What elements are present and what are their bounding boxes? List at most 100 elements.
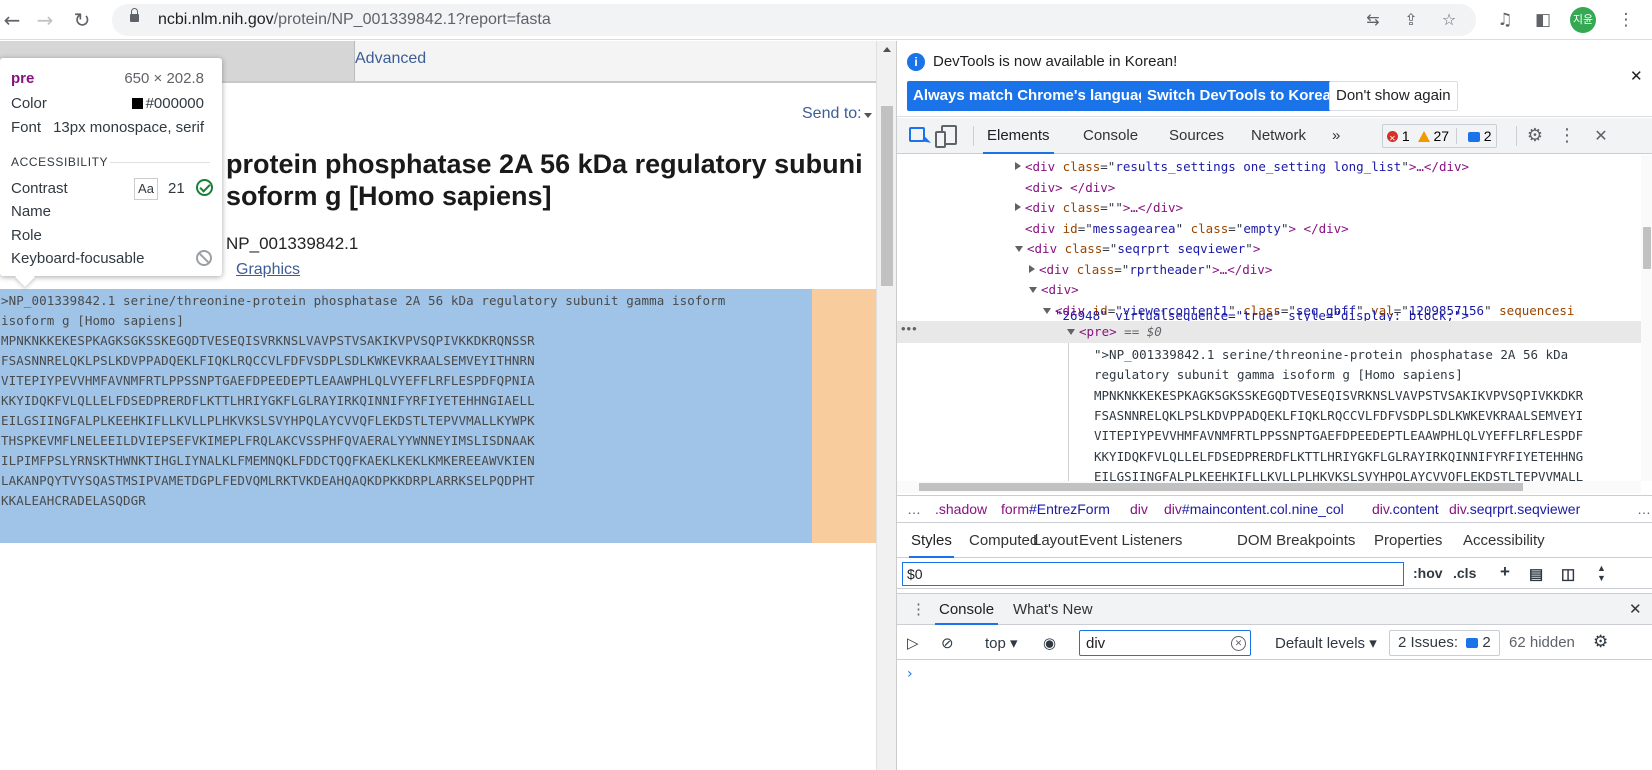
- breadcrumb-item[interactable]: .shadow: [935, 501, 987, 517]
- address-bar[interactable]: ncbi.nlm.nih.gov/protein/NP_001339842.1?…: [112, 4, 1476, 36]
- scrollbar-thumb[interactable]: [919, 483, 1523, 491]
- scrollbar-thumb[interactable]: [881, 106, 893, 286]
- tab-console[interactable]: Console: [1079, 118, 1142, 154]
- elements-horizontal-scrollbar[interactable]: [897, 481, 1641, 493]
- selected-node-row[interactable]: [897, 321, 1643, 343]
- dom-node[interactable]: <div> </div>: [1025, 180, 1115, 195]
- node-actions-icon[interactable]: •••: [901, 321, 918, 336]
- breadcrumb-item[interactable]: div: [1130, 501, 1148, 517]
- console-settings-gear-icon[interactable]: ⚙: [1593, 632, 1608, 652]
- paint-brush-icon[interactable]: ▤: [1529, 565, 1543, 583]
- browser-menu-icon[interactable]: ⋮: [1614, 8, 1638, 32]
- device-toolbar-icon[interactable]: [935, 125, 957, 148]
- bookmark-star-icon[interactable]: ☆: [1438, 10, 1460, 30]
- forward-arrow-icon[interactable]: →: [33, 8, 57, 32]
- styles-subtab[interactable]: Accessibility: [1461, 524, 1547, 558]
- url-text[interactable]: ncbi.nlm.nih.gov/protein/NP_001339842.1?…: [158, 11, 551, 29]
- more-tabs-icon[interactable]: »: [1328, 118, 1344, 154]
- breadcrumb-item[interactable]: div#maincontent.col.nine_col: [1164, 501, 1344, 517]
- back-arrow-icon[interactable]: ←: [0, 8, 24, 32]
- drawer-menu-icon[interactable]: ⋮: [907, 594, 930, 625]
- issue-counters[interactable]: 1 27 2: [1382, 124, 1497, 150]
- breadcrumb-item[interactable]: div.content: [1372, 501, 1439, 517]
- styles-subtab[interactable]: DOM Breakpoints: [1235, 524, 1357, 558]
- share-icon[interactable]: ⇪: [1400, 10, 1422, 30]
- reload-icon[interactable]: ↻: [70, 8, 94, 32]
- scroll-up-arrow-icon[interactable]: [883, 47, 891, 52]
- live-expression-eye-icon[interactable]: ◉: [1043, 634, 1056, 652]
- add-rule-icon[interactable]: +: [1500, 562, 1510, 582]
- collapse-toggle-icon[interactable]: [1029, 287, 1037, 293]
- context-select[interactable]: top ▾: [985, 634, 1018, 652]
- media-controls-icon[interactable]: ♫: [1493, 8, 1517, 32]
- settings-gear-icon[interactable]: ⚙: [1525, 126, 1545, 146]
- breadcrumb-item[interactable]: form#EntrezForm: [1001, 501, 1110, 517]
- styles-subtab[interactable]: Properties: [1372, 524, 1444, 558]
- more-options-icon[interactable]: ⋮: [1557, 126, 1577, 146]
- elements-scrollbar[interactable]: [1641, 155, 1652, 481]
- close-devtools-icon[interactable]: ✕: [1591, 126, 1611, 146]
- scrollbar-thumb[interactable]: [1643, 227, 1651, 269]
- expand-toggle-icon[interactable]: [1067, 329, 1075, 335]
- translate-icon[interactable]: ⇆: [1362, 10, 1384, 30]
- styles-subtab[interactable]: Layout: [1031, 524, 1080, 558]
- console-sidebar-icon[interactable]: ▷: [907, 634, 919, 652]
- sidebar-toggle-icon[interactable]: ◫: [1561, 565, 1575, 583]
- dont-show-again-button[interactable]: Don't show again: [1329, 81, 1458, 111]
- styles-subtab[interactable]: Styles: [909, 524, 954, 558]
- dom-node[interactable]: <div class="">…</div>: [1015, 200, 1183, 215]
- collapse-toggle-icon[interactable]: [1043, 307, 1051, 314]
- console-prompt[interactable]: ›: [907, 666, 913, 682]
- dom-node[interactable]: <div class="seqrprt seqviewer">: [1015, 241, 1260, 256]
- breadcrumb-item[interactable]: div.seqrprt.seqviewer: [1449, 501, 1580, 517]
- drawer-tab-console[interactable]: Console: [935, 594, 999, 625]
- styles-subtab[interactable]: Event Listeners: [1077, 524, 1184, 558]
- hover-state-toggle[interactable]: :hov: [1413, 565, 1443, 581]
- close-icon[interactable]: ✕: [1630, 67, 1643, 85]
- graphics-link[interactable]: Graphics: [236, 261, 300, 279]
- pre-text-line[interactable]: FSASNNRELQKLPSLKDVPPADQEKLFIQKLRQCCVLFDF…: [1094, 408, 1583, 423]
- clear-console-icon[interactable]: ⊘: [941, 634, 954, 652]
- pre-text-line[interactable]: regulatory subunit gamma isoform g [Homo…: [1094, 367, 1463, 382]
- class-toggle[interactable]: .cls: [1453, 565, 1476, 581]
- profile-avatar[interactable]: 지윤: [1570, 7, 1596, 33]
- pre-text-line[interactable]: EILGSIINGFALPLKEEHKIFLLKVLLPLHKVKSLSVYHP…: [1094, 469, 1583, 481]
- page-scrollbar[interactable]: [876, 41, 896, 770]
- tab-sources[interactable]: Sources: [1165, 118, 1228, 154]
- styles-filter-input[interactable]: [902, 562, 1404, 586]
- tab-network[interactable]: Network: [1247, 118, 1310, 154]
- expand-toggle-icon[interactable]: [1029, 264, 1035, 273]
- dom-node[interactable]: <div id="messagearea" class="empty"> </d…: [1025, 221, 1349, 236]
- dom-node[interactable]: <div class="rprtheader">…</div>: [1029, 262, 1272, 277]
- breadcrumb-overflow-icon[interactable]: …: [1637, 501, 1651, 517]
- side-panel-icon[interactable]: ◧: [1531, 8, 1555, 32]
- dom-node[interactable]: <div class="results_settings one_setting…: [1015, 159, 1469, 174]
- pre-text-line[interactable]: VITEPIYPEVVHMFAVNMFRTLPPSSNPTGAEFDPEEDEP…: [1094, 428, 1583, 443]
- clear-filter-icon[interactable]: ✕: [1231, 636, 1246, 651]
- collapse-toggle-icon[interactable]: [1015, 246, 1023, 252]
- drawer-tab-whats-new[interactable]: What's New: [1009, 594, 1097, 625]
- issues-button[interactable]: 2 Issues: 2: [1389, 630, 1500, 656]
- console-filter-input[interactable]: [1079, 630, 1251, 656]
- pre-text-line[interactable]: MPNKNKKEKESPKAGKSGKSSKEGQDTVESEQISVRKNSL…: [1094, 388, 1583, 403]
- styles-subtab[interactable]: Computed: [967, 524, 1040, 558]
- tab-elements[interactable]: Elements: [983, 118, 1054, 154]
- tooltip-font-label: Font: [11, 119, 42, 136]
- breadcrumb-overflow-icon[interactable]: …: [907, 501, 921, 517]
- not-focusable-icon: [196, 250, 212, 266]
- scroll-arrows-icon[interactable]: ▲ ▼: [1597, 563, 1606, 583]
- send-to-menu[interactable]: Send to:: [802, 105, 862, 123]
- chevron-down-icon[interactable]: [864, 113, 872, 118]
- log-levels-select[interactable]: Default levels ▾: [1275, 634, 1377, 652]
- advanced-search-link[interactable]: Advanced: [355, 50, 426, 68]
- pre-text-line[interactable]: ">NP_001339842.1 serine/threonine-protei…: [1094, 347, 1568, 362]
- expand-toggle-icon[interactable]: [1015, 162, 1021, 170]
- selected-node[interactable]: <pre> == $0: [1067, 324, 1162, 339]
- switch-to-korean-button[interactable]: Switch DevTools to Korean: [1141, 81, 1347, 111]
- dom-node[interactable]: <div>: [1029, 282, 1079, 297]
- expand-toggle-icon[interactable]: [1015, 203, 1021, 211]
- always-match-language-button[interactable]: Always match Chrome's language: [907, 81, 1162, 111]
- close-drawer-icon[interactable]: ✕: [1625, 594, 1646, 625]
- pre-text-line[interactable]: KKYIDQKFVLQLLELFDSEDPRERDFLKTTLHRIYGKFLG…: [1094, 449, 1583, 464]
- inspect-element-icon[interactable]: [909, 127, 925, 142]
